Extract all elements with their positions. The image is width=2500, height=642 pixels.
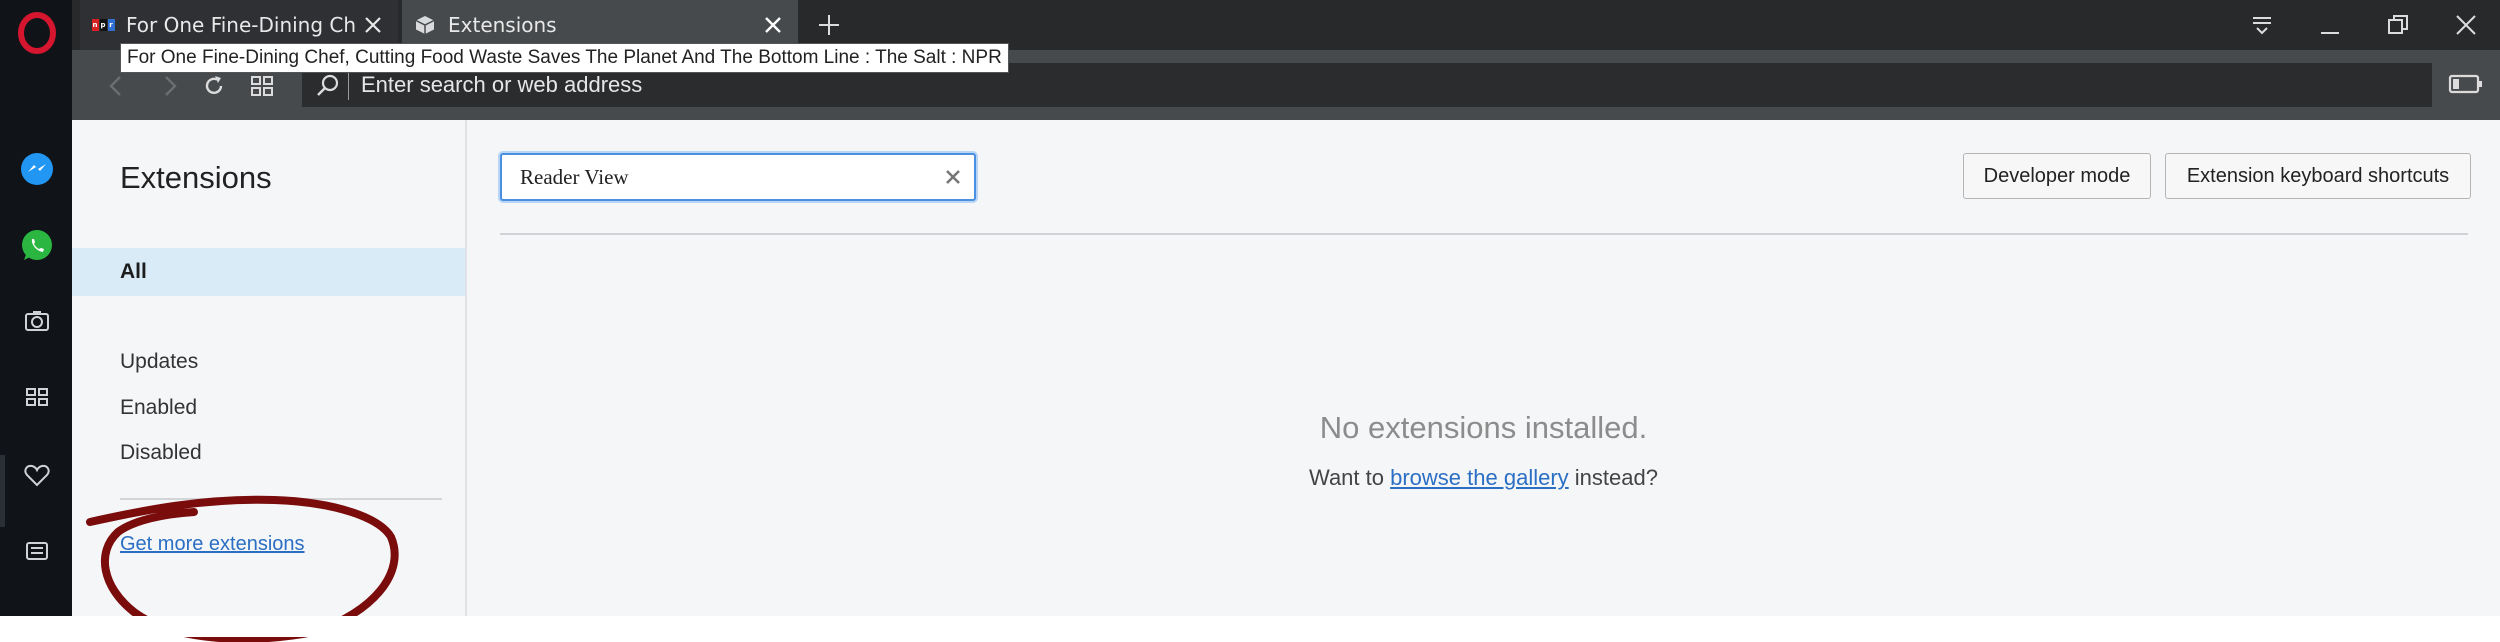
reload-icon [205,76,223,95]
tab-menu-button[interactable] [2232,4,2292,46]
get-more-extensions-link[interactable]: Get more extensions [120,533,305,556]
forward-arrow-icon [165,76,177,96]
bottom-strip [0,616,2500,637]
battery-saver-button[interactable] [2440,64,2492,104]
nav-item-disabled[interactable]: Disabled [120,441,202,465]
heart-icon[interactable] [18,456,56,494]
restore-button[interactable] [2368,4,2428,46]
close-icon [2456,15,2476,35]
extensions-search-input[interactable] [518,163,938,191]
tab-title: Extensions [448,13,557,37]
minimize-icon [2321,32,2339,34]
sidebar-active-indicator [0,455,5,527]
empty-state-message: Want to browse the gallery instead? [467,465,2500,491]
nav-item-enabled[interactable]: Enabled [120,396,197,420]
back-arrow-icon [109,76,121,96]
tab-title: For One Fine-Dining Chef, Cutting Food W… [126,13,356,37]
whatsapp-icon[interactable] [18,227,56,265]
messenger-icon[interactable] [18,150,56,188]
nav-item-updates[interactable]: Updates [120,350,198,374]
nav-item-all[interactable]: All [72,248,465,296]
extensions-main-pane: Developer mode Extension keyboard shortc… [467,120,2500,616]
opera-sidebar [0,0,72,616]
plus-icon [819,15,839,35]
npr-favicon: npr [91,19,115,31]
developer-mode-button[interactable]: Developer mode [1963,153,2151,199]
keyboard-shortcuts-button[interactable]: Extension keyboard shortcuts [2165,153,2471,199]
new-tab-button[interactable] [812,8,846,42]
extensions-page: Extensions All Updates Enabled Disabled … [72,120,2500,642]
extensions-cube-icon [414,16,436,34]
battery-icon [2448,74,2482,94]
close-tab-icon[interactable] [356,8,390,42]
restore-icon [2388,15,2408,34]
extensions-search[interactable] [500,153,976,201]
news-icon[interactable] [18,532,56,570]
opera-logo[interactable] [17,12,57,54]
extensions-nav-pane: Extensions All Updates Enabled Disabled … [72,120,467,616]
close-tab-icon[interactable] [756,8,790,42]
camera-icon[interactable] [18,302,56,340]
tab-tooltip: For One Fine-Dining Chef, Cutting Food W… [120,43,1009,73]
main-divider [500,233,2468,235]
empty-state-suffix: instead? [1574,465,1658,490]
empty-state-title: No extensions installed. [1319,410,1648,445]
grid-icon [251,76,273,96]
page-title: Extensions [120,160,272,195]
minimize-button[interactable] [2300,4,2360,46]
empty-state-prefix: Want to [1309,465,1384,490]
nav-item-all-label: All [120,260,147,283]
nav-divider [120,498,442,500]
address-separator [348,70,349,100]
browse-gallery-link[interactable]: browse the gallery [1390,465,1569,490]
close-window-button[interactable] [2436,4,2496,46]
address-input[interactable] [359,71,2432,99]
speed-dial-icon[interactable] [18,378,56,416]
clear-search-icon[interactable] [938,162,968,192]
tab-menu-icon [2253,17,2271,35]
